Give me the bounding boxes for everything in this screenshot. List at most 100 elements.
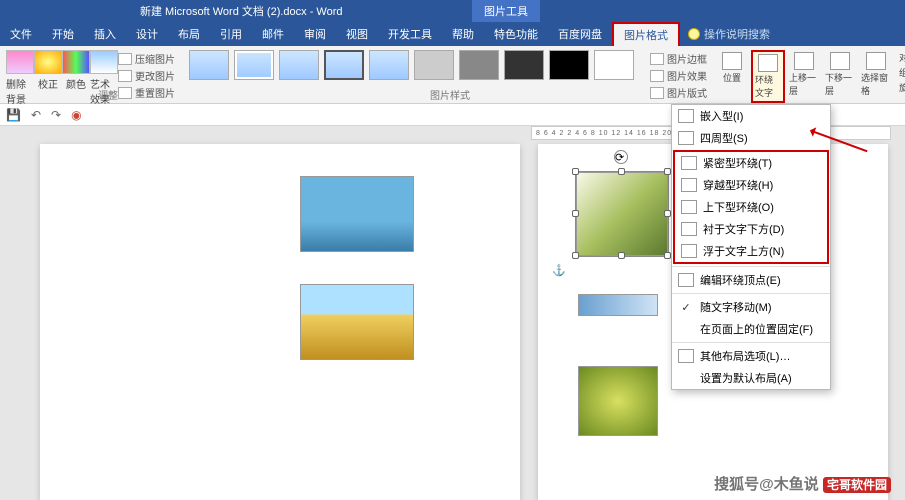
corrections-button[interactable]: 校正 [34, 50, 62, 91]
style-thumb[interactable] [324, 50, 364, 80]
tab-developer[interactable]: 开发工具 [378, 22, 442, 46]
picture-layout-button[interactable]: 图片版式 [650, 85, 707, 100]
group-button[interactable]: 组合 [897, 65, 905, 80]
separator [672, 266, 830, 267]
move-with-text[interactable]: ✓随文字移动(M) [672, 296, 830, 318]
image-duck[interactable] [300, 176, 414, 252]
adjust-small-group: 压缩图片 更改图片 重置图片 [118, 50, 175, 101]
position-icon [722, 52, 742, 70]
style-thumb[interactable] [414, 50, 454, 80]
style-thumb[interactable] [504, 50, 544, 80]
tell-me-label: 操作说明搜索 [704, 26, 770, 42]
title-bar: 新建 Microsoft Word 文档 (2).docx - Word 图片工… [0, 0, 905, 22]
wrap-tight[interactable]: 紧密型环绕(T) [675, 152, 827, 174]
fix-position[interactable]: 在页面上的位置固定(F) [672, 318, 830, 340]
save-icon[interactable]: 💾 [6, 108, 21, 122]
resize-handle[interactable] [664, 168, 671, 175]
remove-background-button[interactable]: 删除背景 [6, 50, 34, 106]
resize-handle[interactable] [572, 210, 579, 217]
separator [672, 342, 830, 343]
rotate-button[interactable]: 旋转 [897, 80, 905, 95]
style-thumb[interactable] [459, 50, 499, 80]
tab-review[interactable]: 审阅 [294, 22, 336, 46]
style-options: 图片边框 图片效果 图片版式 [650, 50, 707, 101]
picture-effects-button[interactable]: 图片效果 [650, 68, 707, 83]
change-picture-button[interactable]: 更改图片 [118, 68, 175, 83]
edit-wrap-points[interactable]: 编辑环绕顶点(E) [672, 269, 830, 291]
corrections-icon [34, 50, 62, 74]
resize-handle[interactable] [572, 168, 579, 175]
wrap-text-dropdown: 嵌入型(I) 四周型(S) 紧密型环绕(T) 穿越型环绕(H) 上下型环绕(O)… [671, 104, 831, 390]
arrange-group: 位置 环绕文字 上移一层 下移一层 选择窗格 对齐 组合 旋转 [715, 50, 905, 103]
selection-icon [866, 52, 886, 70]
wrap-front[interactable]: 浮于文字上方(N) [675, 240, 827, 262]
tell-me-search[interactable]: 操作说明搜索 [680, 22, 770, 46]
tab-file[interactable]: 文件 [0, 22, 42, 46]
tab-baidu[interactable]: 百度网盘 [548, 22, 612, 46]
anchor-icon: ⚓ [552, 264, 564, 276]
remove-bg-icon [6, 50, 34, 74]
style-thumb[interactable] [189, 50, 229, 80]
tab-mailings[interactable]: 邮件 [252, 22, 294, 46]
tab-view[interactable]: 视图 [336, 22, 378, 46]
tab-help[interactable]: 帮助 [442, 22, 484, 46]
set-default-layout[interactable]: 设置为默认布局(A) [672, 367, 830, 389]
tab-insert[interactable]: 插入 [84, 22, 126, 46]
check-icon: ✓ [678, 301, 694, 314]
through-icon [681, 178, 697, 192]
topbottom-icon [681, 200, 697, 214]
watermark: 搜狐号@木鱼说 宅哥软件园 [714, 473, 893, 494]
effects-icon [650, 70, 664, 82]
qat-icon[interactable]: ◉ [71, 108, 81, 122]
more-layout-options[interactable]: 其他布局选项(L)… [672, 345, 830, 367]
style-thumb[interactable] [549, 50, 589, 80]
square-icon [678, 131, 694, 145]
resize-handle[interactable] [618, 168, 625, 175]
color-button[interactable]: 颜色 [62, 50, 90, 91]
wrap-through[interactable]: 穿越型环绕(H) [675, 174, 827, 196]
align-button[interactable]: 对齐 [897, 50, 905, 65]
tab-features[interactable]: 特色功能 [484, 22, 548, 46]
resize-handle[interactable] [664, 252, 671, 259]
watermark-badge: 宅哥软件园 [823, 477, 891, 493]
backward-icon [830, 52, 850, 70]
compress-button[interactable]: 压缩图片 [118, 51, 175, 66]
wrap-behind[interactable]: 衬于文字下方(D) [675, 218, 827, 240]
position-button[interactable]: 位置 [715, 50, 749, 103]
watermark-tail: 搜狐号@木鱼说 [714, 476, 819, 493]
style-thumb[interactable] [369, 50, 409, 80]
tab-references[interactable]: 引用 [210, 22, 252, 46]
wrap-topbottom[interactable]: 上下型环绕(O) [675, 196, 827, 218]
undo-icon[interactable]: ↶ [31, 108, 41, 122]
tab-picture-format[interactable]: 图片格式 [612, 22, 680, 46]
more-icon [678, 349, 694, 363]
wrap-text-button[interactable]: 环绕文字 [751, 50, 785, 103]
style-thumb[interactable] [279, 50, 319, 80]
color-icon [62, 50, 90, 74]
redo-icon[interactable]: ↷ [51, 108, 61, 122]
selection-pane-button[interactable]: 选择窗格 [859, 50, 893, 103]
reset-picture-button[interactable]: 重置图片 [118, 85, 175, 100]
inline-icon [678, 109, 694, 123]
behind-icon [681, 222, 697, 236]
image-mountain[interactable] [300, 284, 414, 360]
tab-home[interactable]: 开始 [42, 22, 84, 46]
resize-handle[interactable] [572, 252, 579, 259]
style-gallery[interactable] [189, 50, 634, 80]
style-thumb[interactable] [594, 50, 634, 80]
picture-border-button[interactable]: 图片边框 [650, 51, 707, 66]
style-thumb[interactable] [234, 50, 274, 80]
send-backward-button[interactable]: 下移一层 [823, 50, 857, 103]
tab-design[interactable]: 设计 [126, 22, 168, 46]
image-blossom-selected[interactable] [576, 172, 668, 256]
resize-handle[interactable] [618, 252, 625, 259]
tab-layout[interactable]: 布局 [168, 22, 210, 46]
image-green[interactable] [578, 366, 658, 436]
bring-forward-button[interactable]: 上移一层 [787, 50, 821, 103]
group-label-style: 图片样式 [430, 87, 470, 102]
image-strip[interactable] [578, 294, 658, 316]
layout-icon [650, 87, 664, 99]
rotate-handle[interactable]: ⟳ [614, 150, 628, 164]
front-icon [681, 244, 697, 258]
resize-handle[interactable] [664, 210, 671, 217]
